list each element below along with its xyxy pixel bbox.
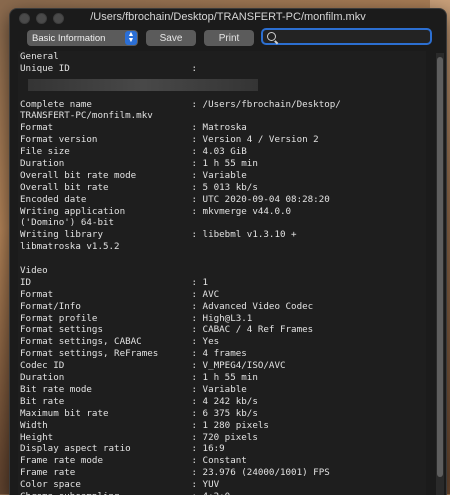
search-icon	[267, 32, 276, 41]
toolbar: Basic Information ▲ ▼ Save Print	[10, 27, 446, 51]
report-line: Codec ID : V_MPEG4/ISO/AVC	[20, 360, 286, 372]
report-line: Complete name : /Users/fbrochain/Desktop…	[20, 98, 341, 110]
report-line: Format : AVC	[20, 288, 220, 300]
report-line: Encoded date : UTC 2020-09-04 08:28:20	[20, 193, 330, 205]
title-bar: /Users/fbrochain/Desktop/TRANSFERT-PC/mo…	[10, 9, 446, 27]
updown-chevron-icon: ▲ ▼	[125, 31, 137, 45]
report-line: ID : 1	[20, 276, 209, 288]
report-line: Maximum bit rate : 6 375 kb/s	[20, 407, 258, 419]
report-lines: General Unique ID : Complete name : /Users…	[20, 51, 341, 495]
report-line: Chroma subsampling : 4:2:0	[20, 491, 341, 495]
report-line: Width : 1 280 pixels	[20, 419, 269, 431]
report-line	[20, 253, 341, 265]
report-line: Format settings, CABAC : Yes	[20, 336, 220, 348]
report-line: Unique ID :	[20, 62, 198, 74]
view-mode-select-label: Basic Information	[32, 32, 106, 44]
report-line: Format settings, ReFrames : 4 frames	[20, 348, 247, 360]
report-line: Frame rate : 23.976 (24000/1001) FPS	[20, 467, 330, 479]
report-line: Color space : YUV	[20, 479, 220, 491]
vertical-scrollbar[interactable]	[436, 53, 444, 495]
report-text-area[interactable]: General Unique ID : Complete name : /Users…	[18, 51, 426, 495]
mediainfo-window: /Users/fbrochain/Desktop/TRANSFERT-PC/mo…	[9, 8, 447, 495]
report-line: File size : 4.03 GiB	[20, 146, 247, 158]
report-line: Overall bit rate mode : Variable	[20, 169, 247, 181]
report-line: Bit rate mode : Variable	[20, 383, 247, 395]
report-line: ('Domino') 64-bit	[20, 217, 115, 229]
print-button[interactable]: Print	[204, 30, 254, 46]
report-line: Overall bit rate : 5 013 kb/s	[20, 181, 258, 193]
report-line: Writing application : mkvmerge v44.0.0	[20, 205, 292, 217]
report-line: Display aspect ratio : 16:9	[20, 443, 225, 455]
report-line: Video	[20, 265, 48, 277]
report-line: Format version : Version 4 / Version 2	[20, 134, 319, 146]
report-line: Bit rate : 4 242 kb/s	[20, 395, 258, 407]
save-button[interactable]: Save	[146, 30, 196, 46]
redacted-unique-id	[28, 79, 258, 91]
view-mode-select[interactable]: Basic Information ▲ ▼	[27, 30, 138, 46]
window-title: /Users/fbrochain/Desktop/TRANSFERT-PC/mo…	[90, 11, 366, 23]
report-line: Duration : 1 h 55 min	[20, 372, 258, 384]
report-line: Height : 720 pixels	[20, 431, 258, 443]
report-line: libmatroska v1.5.2	[20, 241, 120, 253]
report-line: Writing library : libebml v1.3.10 +	[20, 229, 297, 241]
scrollbar-thumb[interactable]	[437, 57, 443, 477]
report-line: Frame rate mode : Constant	[20, 455, 247, 467]
report-line: Format settings : CABAC / 4 Ref Frames	[20, 324, 314, 336]
report-line: Format profile : High@L3.1	[20, 312, 253, 324]
report-line: TRANSFERT-PC/monfilm.mkv	[20, 110, 153, 122]
report-line: Format/Info : Advanced Video Codec	[20, 300, 314, 312]
report-line: General	[20, 51, 59, 62]
report-line: Duration : 1 h 55 min	[20, 158, 258, 170]
report-line: Format : Matroska	[20, 122, 247, 134]
search-input[interactable]	[261, 28, 432, 45]
